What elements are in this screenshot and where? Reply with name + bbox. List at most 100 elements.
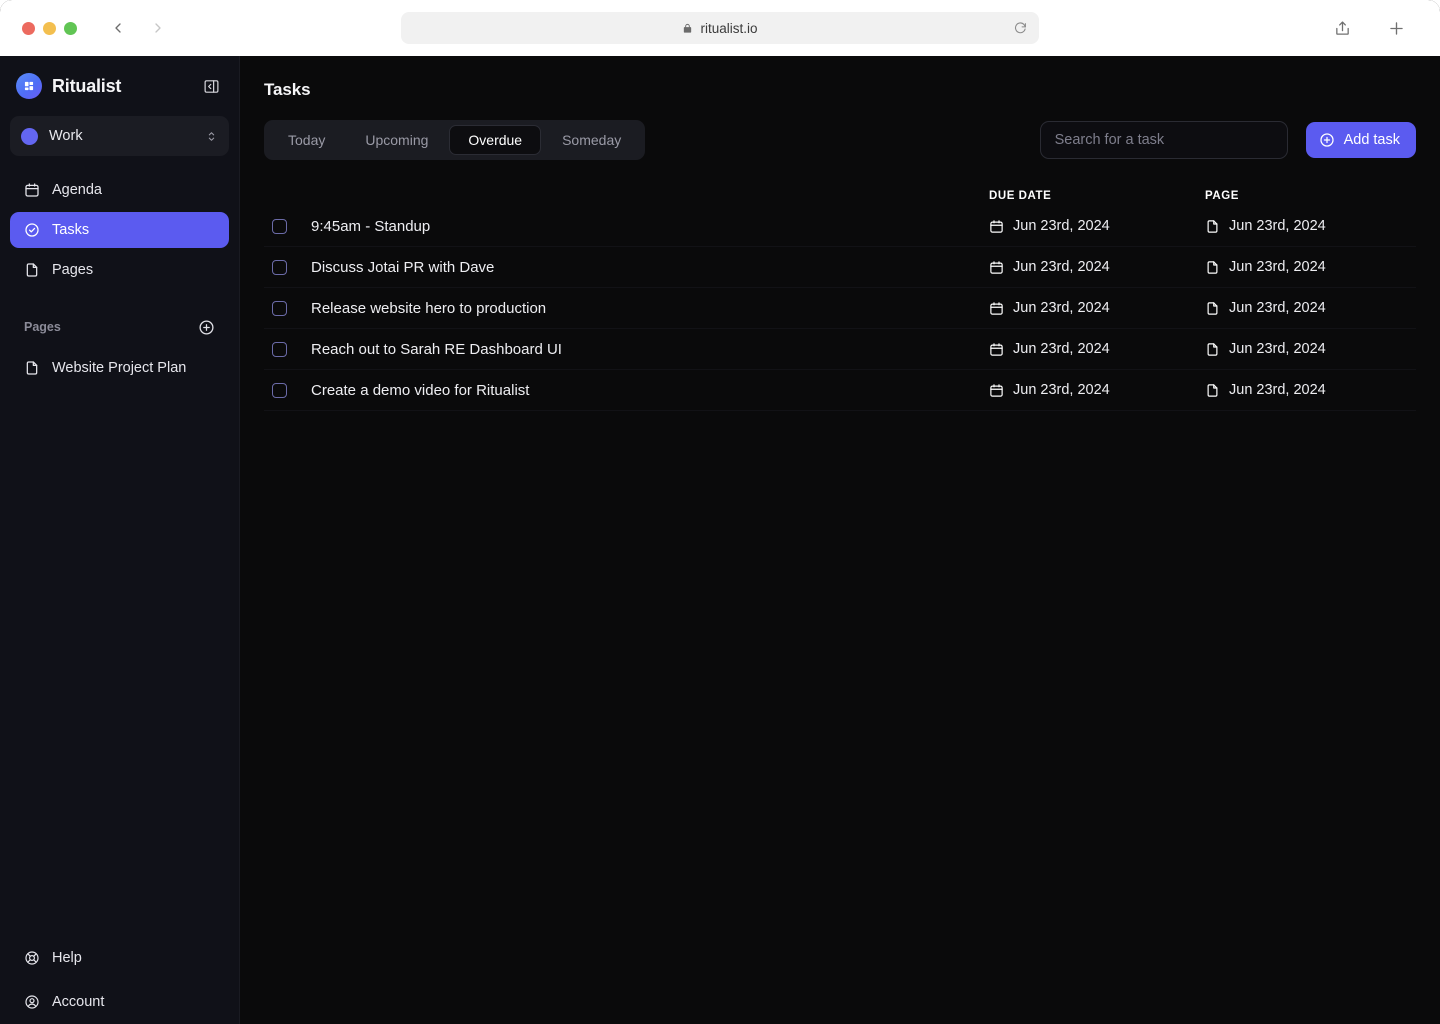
collapse-sidebar-button[interactable] — [199, 74, 223, 98]
file-icon — [23, 360, 40, 377]
task-checkbox[interactable] — [272, 218, 287, 234]
task-checkbox[interactable] — [272, 259, 287, 275]
sidebar-item-pages[interactable]: Pages — [10, 252, 229, 288]
table-row[interactable]: Create a demo video for Ritualist Jun 23… — [264, 370, 1416, 411]
page-item-label: Website Project Plan — [52, 360, 187, 376]
task-page-text: Jun 23rd, 2024 — [1229, 341, 1326, 357]
task-due-date-text: Jun 23rd, 2024 — [1013, 341, 1110, 357]
task-checkbox[interactable] — [272, 341, 287, 357]
reload-icon — [1014, 21, 1026, 33]
brand-name: Ritualist — [52, 75, 122, 96]
file-icon — [1205, 301, 1220, 316]
task-checkbox[interactable] — [272, 300, 287, 316]
collapse-sidebar-icon — [204, 79, 218, 93]
sidebar-item-help[interactable]: Help — [10, 940, 229, 976]
task-page-cell: Jun 23rd, 2024 — [1205, 382, 1326, 398]
calendar-icon — [989, 260, 1004, 275]
plus-circle-icon — [1319, 132, 1335, 148]
table-row[interactable]: Reach out to Sarah RE Dashboard UI Jun 2… — [264, 329, 1416, 370]
add-page-button[interactable] — [196, 317, 216, 337]
task-checkbox[interactable] — [272, 382, 287, 398]
page-title: Tasks — [264, 80, 311, 99]
chevron-right-icon — [155, 23, 161, 33]
task-title: Reach out to Sarah RE Dashboard UI — [311, 340, 562, 358]
sidebar: Ritualist Work Agenda Tasks Pages Pages … — [0, 56, 240, 1024]
add-task-button[interactable]: Add task — [1305, 122, 1416, 158]
task-due-date-text: Jun 23rd, 2024 — [1013, 259, 1110, 275]
share-icon — [1335, 20, 1349, 35]
sidebar-item-account[interactable]: Account — [10, 984, 229, 1020]
file-icon — [1205, 383, 1220, 398]
task-page-cell: Jun 23rd, 2024 — [1205, 341, 1326, 357]
column-header-due-date: DUE DATE — [989, 190, 1052, 202]
workspace-name: Work — [49, 128, 83, 144]
task-page-cell: Jun 23rd, 2024 — [1205, 218, 1326, 234]
tab-overdue[interactable]: Overdue — [449, 125, 542, 155]
tab-upcoming[interactable]: Upcoming — [346, 125, 447, 155]
sidebar-item-label: Help — [52, 950, 82, 966]
new-tab-button[interactable] — [1384, 16, 1408, 40]
column-header-page: PAGE — [1205, 190, 1239, 202]
file-icon — [1205, 342, 1220, 357]
tab-today[interactable]: Today — [269, 125, 344, 155]
calendar-icon — [989, 219, 1004, 234]
sidebar-item-agenda[interactable]: Agenda — [10, 172, 229, 208]
url-bar-container: ritualist.io — [401, 12, 1039, 44]
table-row[interactable]: Release website hero to production Jun 2… — [264, 288, 1416, 329]
tab-someday[interactable]: Someday — [543, 125, 640, 155]
app-shell: Ritualist Work Agenda Tasks Pages Pages … — [0, 56, 1440, 1024]
table-row[interactable]: Discuss Jotai PR with Dave Jun 23rd, 202… — [264, 247, 1416, 288]
close-button[interactable] — [22, 21, 35, 35]
task-title: Release website hero to production — [311, 299, 547, 317]
task-page-text: Jun 23rd, 2024 — [1229, 382, 1326, 398]
chevron-up-down-icon — [205, 130, 218, 143]
page-item-website-project-plan[interactable]: Website Project Plan — [10, 350, 229, 386]
sidebar-item-label: Tasks — [52, 222, 90, 238]
toolbar: Today Upcoming Overdue Someday Add task — [264, 120, 1416, 160]
share-button[interactable] — [1330, 16, 1354, 40]
task-filter-tabs: Today Upcoming Overdue Someday — [264, 120, 646, 160]
url-bar[interactable]: ritualist.io — [401, 12, 1039, 44]
primary-nav: Agenda Tasks Pages — [10, 172, 229, 288]
file-icon — [23, 262, 40, 279]
back-button[interactable] — [107, 17, 129, 39]
zoom-button[interactable] — [64, 21, 77, 35]
tasks-list: 9:45am - Standup Jun 23rd, 2024 Jun 23rd… — [264, 206, 1416, 411]
task-due-date-text: Jun 23rd, 2024 — [1013, 300, 1110, 316]
task-title: Create a demo video for Ritualist — [311, 381, 530, 399]
task-page-text: Jun 23rd, 2024 — [1229, 300, 1326, 316]
url-text: ritualist.io — [700, 20, 758, 36]
browser-chrome-right — [1330, 16, 1422, 40]
lock-icon — [682, 23, 693, 34]
pages-list: Website Project Plan — [10, 350, 229, 386]
task-page-cell: Jun 23rd, 2024 — [1205, 259, 1326, 275]
table-row[interactable]: 9:45am - Standup Jun 23rd, 2024 Jun 23rd… — [264, 206, 1416, 247]
traffic-lights — [22, 21, 77, 35]
sidebar-item-label: Account — [52, 994, 105, 1010]
calendar-icon — [23, 182, 40, 199]
tasks-table: DUE DATE PAGE 9:45am - Standup Jun 23rd,… — [264, 186, 1416, 411]
task-due-date-cell: Jun 23rd, 2024 — [989, 218, 1110, 234]
pages-section-header: Pages — [10, 314, 229, 340]
task-due-date-cell: Jun 23rd, 2024 — [989, 259, 1110, 275]
forward-button[interactable] — [147, 17, 169, 39]
search-input[interactable] — [1039, 121, 1288, 159]
toolbar-right: Add task — [1039, 121, 1416, 159]
check-circle-icon — [23, 222, 40, 239]
task-due-date-cell: Jun 23rd, 2024 — [989, 300, 1110, 316]
reload-button[interactable] — [1014, 21, 1027, 35]
lifebuoy-icon — [23, 950, 40, 967]
minimize-button[interactable] — [43, 21, 56, 35]
workspace-switcher[interactable]: Work — [10, 116, 229, 156]
task-due-date-text: Jun 23rd, 2024 — [1013, 218, 1110, 234]
file-icon — [1205, 260, 1220, 275]
ritualist-logo-icon — [16, 73, 42, 99]
browser-nav-arrows — [107, 17, 169, 39]
sidebar-item-tasks[interactable]: Tasks — [10, 212, 229, 248]
plus-circle-icon — [198, 319, 214, 335]
calendar-icon — [989, 383, 1004, 398]
table-column-headers: DUE DATE PAGE — [264, 186, 1416, 206]
browser-chrome: ritualist.io — [0, 0, 1440, 56]
task-due-date-cell: Jun 23rd, 2024 — [989, 382, 1110, 398]
plus-icon — [1389, 21, 1403, 35]
